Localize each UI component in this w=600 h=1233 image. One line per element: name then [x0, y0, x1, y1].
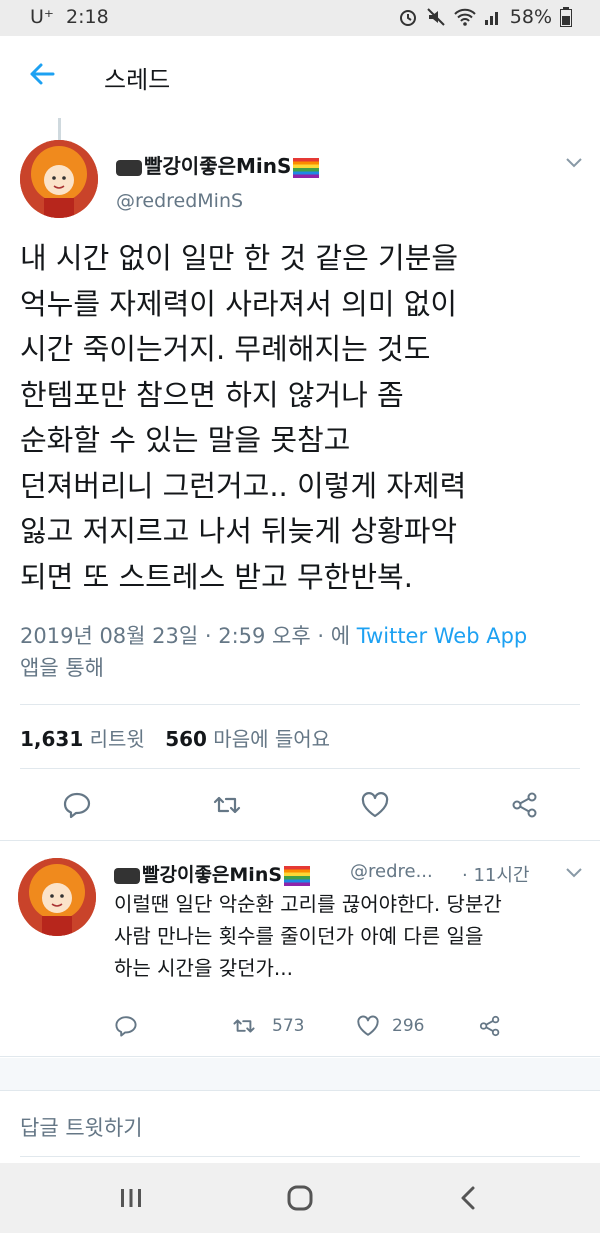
tweet-line: 던져버리니 그런거고.. 이렇게 자제력: [20, 468, 467, 503]
engagement-stats: 1,631 리트윗 560 마음에 들어요: [20, 723, 330, 752]
status-bar: U⁺ 2:18 58%: [0, 0, 600, 36]
avatar[interactable]: [20, 140, 98, 218]
thread-connector: [58, 118, 61, 140]
reply-like-count: 296: [392, 1016, 425, 1036]
retweet-icon[interactable]: [212, 790, 242, 820]
retweet-count[interactable]: 1,631: [20, 727, 83, 751]
source-suffix: 앱을 통해: [20, 656, 104, 680]
tweet-line: 순화할 수 있는 말을 못참고: [20, 423, 351, 457]
divider: [0, 1056, 600, 1057]
reply-handle[interactable]: @redre...: [350, 861, 433, 882]
display-name[interactable]: 빨강이좋은MinS: [116, 150, 320, 179]
tweet-line: 내 시간 없이 일만 한 것 같은 기분을: [20, 241, 459, 275]
share-icon[interactable]: [510, 790, 540, 820]
status-right: 58%: [398, 6, 572, 28]
reply-display-name[interactable]: 빨강이좋은MinS: [114, 860, 311, 887]
reply-line: 하는 시간을 갖던가...: [114, 956, 293, 980]
reply-icon[interactable]: [114, 1014, 138, 1038]
user-handle[interactable]: @redredMinS: [116, 190, 243, 212]
reply-line: 사람 만나는 횟수를 줄이던가 아예 다른 일을: [114, 924, 484, 948]
app-bar: 스레드: [0, 36, 600, 118]
page-title: 스레드: [104, 66, 171, 94]
battery-icon: [560, 7, 572, 27]
carrier-label: U⁺: [30, 6, 54, 28]
gamepad-icon: [114, 867, 140, 884]
retweet-icon[interactable]: [232, 1014, 256, 1038]
like-label[interactable]: 마음에 들어요: [213, 727, 330, 751]
home-icon[interactable]: [286, 1185, 314, 1211]
compose-underline: [20, 1156, 580, 1157]
reply-retweet-count: 573: [272, 1016, 305, 1036]
section-gap: [0, 1058, 600, 1090]
alarm-icon: [399, 10, 416, 26]
reply-icon[interactable]: [62, 790, 92, 820]
divider: [20, 704, 580, 705]
source-link[interactable]: Twitter Web App: [357, 624, 528, 648]
signal-icon: [484, 12, 498, 25]
recent-apps-icon[interactable]: [118, 1187, 144, 1209]
tweet-line: 되면 또 스트레스 받고 무한반복.: [20, 559, 413, 594]
chevron-down-icon[interactable]: [566, 158, 582, 168]
avatar-illustration-icon: [20, 140, 98, 218]
reply-time: · 11시간: [462, 865, 530, 886]
reply-avatar[interactable]: [18, 858, 96, 936]
like-heart-icon[interactable]: [360, 790, 390, 820]
like-count[interactable]: 560: [165, 727, 207, 751]
like-heart-icon[interactable]: [356, 1014, 380, 1038]
wifi-icon: [454, 8, 476, 26]
chevron-down-icon[interactable]: [566, 868, 582, 878]
back-arrow-icon[interactable]: [28, 60, 56, 88]
rainbow-flag-icon: [293, 157, 320, 178]
rainbow-flag-icon: [284, 865, 311, 886]
avatar-illustration-icon: [18, 858, 96, 936]
tweet-line: 억누를 자제력이 사라져서 의미 없이: [20, 286, 458, 321]
tweet-line: 한템포만 참으면 하지 않거나 좀: [20, 377, 404, 412]
clock: 2:18: [65, 6, 109, 28]
mute-icon: [427, 8, 445, 26]
gamepad-icon: [116, 159, 142, 176]
system-nav-bar: [0, 1163, 600, 1233]
tweet-line: 잃고 저지르고 나서 뒤늦게 상황파악: [20, 514, 458, 548]
back-nav-icon[interactable]: [458, 1185, 478, 1211]
compose-reply-input[interactable]: 답글 트윗하기: [20, 1112, 143, 1142]
battery-percent: 58%: [509, 6, 552, 28]
tweet-date: 2019년 08월 23일 · 2:59 오후 · 에: [20, 624, 357, 648]
reply-body: 이럴땐 일단 악순환 고리를 끊어야한다. 당분간 사람 만나는 횟수를 줄이던…: [114, 888, 584, 984]
reply-line: 이럴땐 일단 악순환 고리를 끊어야한다. 당분간: [114, 892, 502, 916]
share-icon[interactable]: [478, 1014, 502, 1038]
divider: [20, 768, 580, 769]
divider: [0, 840, 600, 841]
tweet-line: 시간 죽이는거지. 무례해지는 것도: [20, 332, 431, 366]
divider: [0, 1090, 600, 1091]
retweet-label[interactable]: 리트윗: [90, 727, 145, 751]
tweet-meta: 2019년 08월 23일 · 2:59 오후 · 에 Twitter Web …: [20, 620, 580, 684]
tweet-body: 내 시간 없이 일만 한 것 같은 기분을 억누를 자제력이 사라져서 의미 없…: [20, 236, 580, 600]
status-left: U⁺ 2:18: [30, 6, 109, 28]
